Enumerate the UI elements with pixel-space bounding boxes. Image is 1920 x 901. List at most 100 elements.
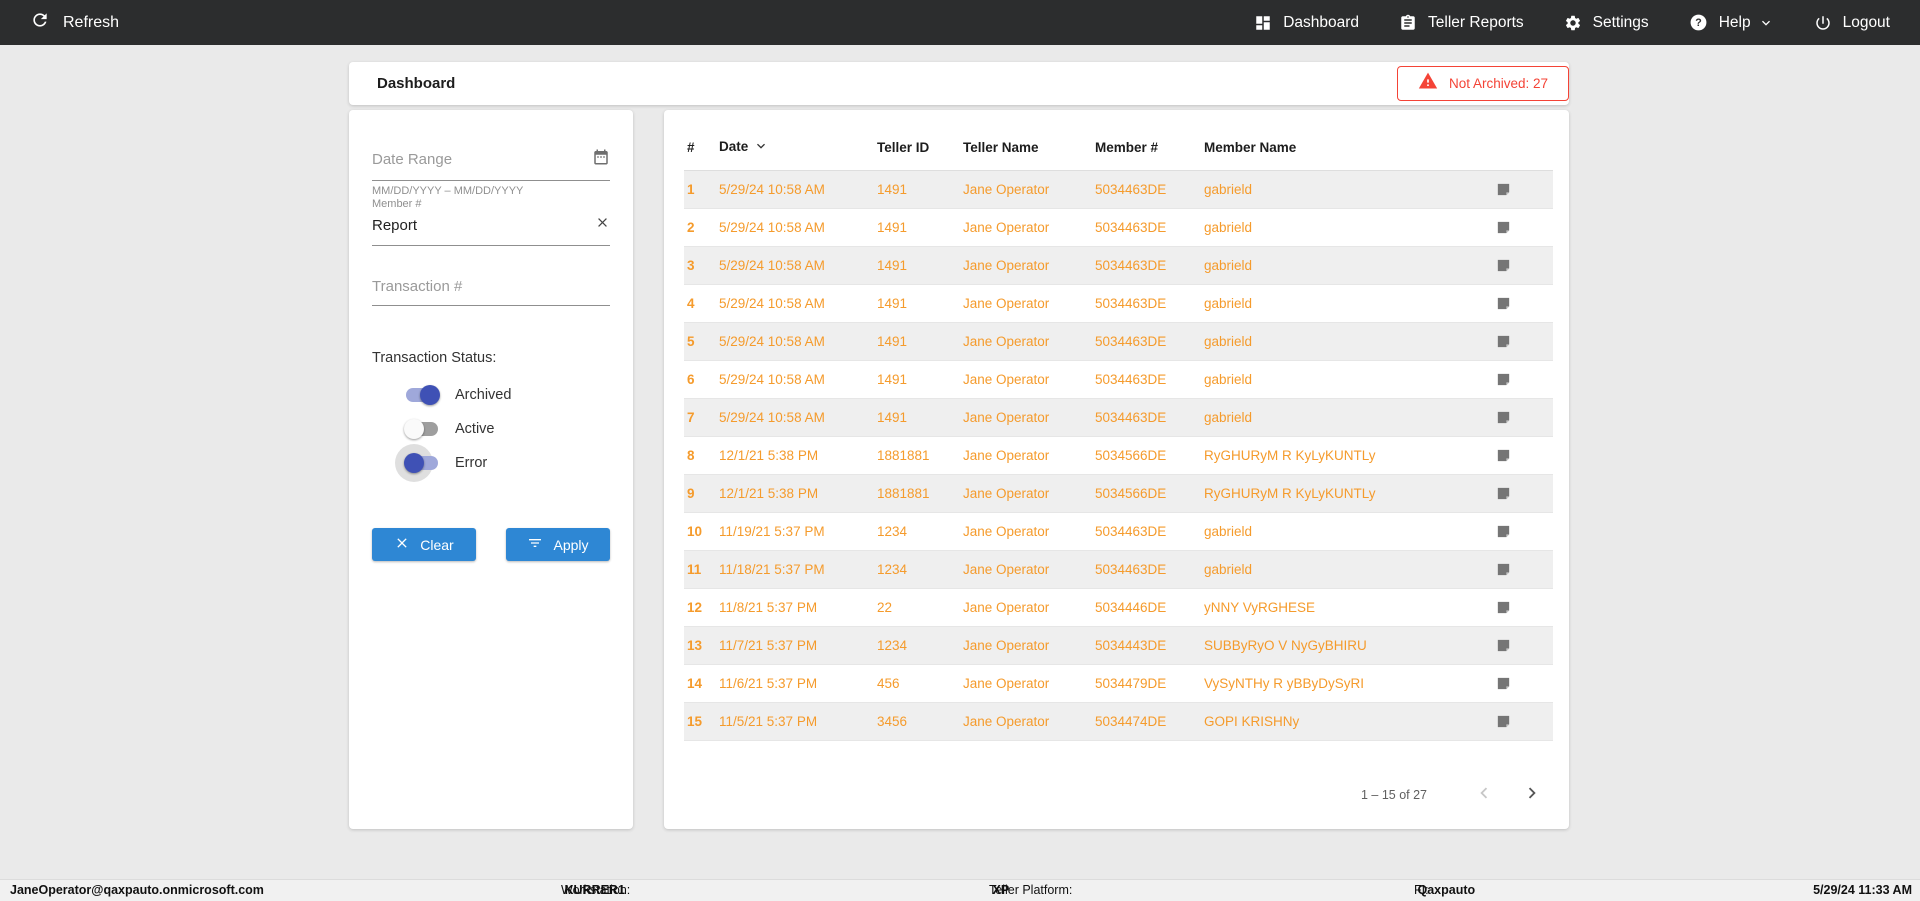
prev-page-button[interactable] xyxy=(1473,782,1495,807)
note-icon[interactable] xyxy=(1495,675,1512,690)
cell-member-num[interactable]: 5034463DE xyxy=(1095,170,1204,209)
cell-teller-name[interactable]: Jane Operator xyxy=(963,170,1095,209)
table-row[interactable]: 4 5/29/24 10:58 AM 1491 Jane Operator 50… xyxy=(684,284,1553,323)
cell-member-name[interactable]: SUBByRyO V NyGyBHIRU xyxy=(1204,626,1493,665)
note-icon[interactable] xyxy=(1495,447,1512,462)
note-icon[interactable] xyxy=(1495,219,1512,234)
cell-teller-name[interactable]: Jane Operator xyxy=(963,588,1095,627)
table-row[interactable]: 15 11/5/21 5:37 PM 3456 Jane Operator 50… xyxy=(684,702,1553,741)
cell-member-num[interactable]: 5034463DE xyxy=(1095,284,1204,323)
note-icon[interactable] xyxy=(1495,257,1512,272)
table-row[interactable]: 8 12/1/21 5:38 PM 1881881 Jane Operator … xyxy=(684,436,1553,475)
cell-teller-id[interactable]: 1491 xyxy=(877,360,963,399)
cell-member-name[interactable]: gabrield xyxy=(1204,550,1493,589)
cell-member-num[interactable]: 5034443DE xyxy=(1095,626,1204,665)
cell-teller-name[interactable]: Jane Operator xyxy=(963,664,1095,703)
note-icon[interactable] xyxy=(1495,599,1512,614)
cell-member-name[interactable]: VySyNTHy R yBByDySyRI xyxy=(1204,664,1493,703)
cell-member-name[interactable]: gabrield xyxy=(1204,284,1493,323)
error-switch[interactable] xyxy=(395,444,440,482)
note-icon[interactable] xyxy=(1495,637,1512,652)
cell-date[interactable]: 5/29/24 10:58 AM xyxy=(719,246,877,285)
cell-teller-id[interactable]: 3456 xyxy=(877,702,963,741)
toggle-archived[interactable]: Archived xyxy=(404,378,610,412)
col-header-teller-id[interactable]: Teller ID xyxy=(877,128,963,171)
date-range-input[interactable]: Date Range xyxy=(372,148,610,181)
cell-member-num[interactable]: 5034463DE xyxy=(1095,360,1204,399)
cell-teller-name[interactable]: Jane Operator xyxy=(963,322,1095,361)
cell-teller-name[interactable]: Jane Operator xyxy=(963,550,1095,589)
cell-member-name[interactable]: RyGHURyM R KyLyKUNTLy xyxy=(1204,474,1493,513)
cell-teller-id[interactable]: 1491 xyxy=(877,284,963,323)
cell-member-num[interactable]: 5034463DE xyxy=(1095,322,1204,361)
cell-date[interactable]: 11/18/21 5:37 PM xyxy=(719,550,877,589)
table-row[interactable]: 7 5/29/24 10:58 AM 1491 Jane Operator 50… xyxy=(684,398,1553,437)
cell-member-num[interactable]: 5034463DE xyxy=(1095,246,1204,285)
cell-teller-id[interactable]: 1881881 xyxy=(877,474,963,513)
note-icon[interactable] xyxy=(1495,485,1512,500)
cell-member-num[interactable]: 5034479DE xyxy=(1095,664,1204,703)
cell-member-name[interactable]: gabrield xyxy=(1204,512,1493,551)
cell-teller-name[interactable]: Jane Operator xyxy=(963,208,1095,247)
cell-member-num[interactable]: 5034566DE xyxy=(1095,436,1204,475)
cell-member-name[interactable]: RyGHURyM R KyLyKUNTLy xyxy=(1204,436,1493,475)
active-switch[interactable] xyxy=(404,419,440,439)
nav-logout[interactable]: Logout xyxy=(1814,14,1890,32)
note-icon[interactable] xyxy=(1495,713,1512,728)
cell-teller-name[interactable]: Jane Operator xyxy=(963,360,1095,399)
table-row[interactable]: 3 5/29/24 10:58 AM 1491 Jane Operator 50… xyxy=(684,246,1553,285)
col-header-date[interactable]: Date xyxy=(719,128,877,171)
table-row[interactable]: 13 11/7/21 5:37 PM 1234 Jane Operator 50… xyxy=(684,626,1553,665)
cell-teller-name[interactable]: Jane Operator xyxy=(963,626,1095,665)
note-icon[interactable] xyxy=(1495,523,1512,538)
cell-date[interactable]: 11/7/21 5:37 PM xyxy=(719,626,877,665)
clear-field-icon[interactable] xyxy=(595,215,610,235)
col-header-member-name[interactable]: Member Name xyxy=(1204,128,1493,171)
cell-teller-id[interactable]: 456 xyxy=(877,664,963,703)
note-icon[interactable] xyxy=(1495,561,1512,576)
toggle-error[interactable]: Error xyxy=(395,444,610,482)
nav-teller-reports[interactable]: Teller Reports xyxy=(1399,14,1524,32)
nav-dashboard[interactable]: Dashboard xyxy=(1254,14,1359,32)
table-row[interactable]: 5 5/29/24 10:58 AM 1491 Jane Operator 50… xyxy=(684,322,1553,361)
nav-settings[interactable]: Settings xyxy=(1564,14,1649,32)
cell-date[interactable]: 5/29/24 10:58 AM xyxy=(719,284,877,323)
cell-date[interactable]: 12/1/21 5:38 PM xyxy=(719,436,877,475)
cell-member-name[interactable]: gabrield xyxy=(1204,208,1493,247)
table-row[interactable]: 1 5/29/24 10:58 AM 1491 Jane Operator 50… xyxy=(684,170,1553,209)
cell-member-num[interactable]: 5034463DE xyxy=(1095,550,1204,589)
cell-teller-id[interactable]: 1881881 xyxy=(877,436,963,475)
clear-button[interactable]: Clear xyxy=(372,528,476,561)
cell-date[interactable]: 5/29/24 10:58 AM xyxy=(719,322,877,361)
cell-teller-name[interactable]: Jane Operator xyxy=(963,398,1095,437)
cell-date[interactable]: 5/29/24 10:58 AM xyxy=(719,360,877,399)
toggle-active[interactable]: Active xyxy=(404,412,610,446)
cell-member-name[interactable]: GOPI KRISHNy xyxy=(1204,702,1493,741)
cell-date[interactable]: 11/19/21 5:37 PM xyxy=(719,512,877,551)
cell-teller-name[interactable]: Jane Operator xyxy=(963,512,1095,551)
nav-help[interactable]: ? Help xyxy=(1689,13,1774,32)
cell-member-name[interactable]: gabrield xyxy=(1204,170,1493,209)
note-icon[interactable] xyxy=(1495,409,1512,424)
col-header-teller-name[interactable]: Teller Name xyxy=(963,128,1095,171)
cell-date[interactable]: 12/1/21 5:38 PM xyxy=(719,474,877,513)
cell-member-num[interactable]: 5034474DE xyxy=(1095,702,1204,741)
cell-teller-id[interactable]: 1491 xyxy=(877,170,963,209)
table-row[interactable]: 9 12/1/21 5:38 PM 1881881 Jane Operator … xyxy=(684,474,1553,513)
cell-date[interactable]: 11/5/21 5:37 PM xyxy=(719,702,877,741)
cell-teller-name[interactable]: Jane Operator xyxy=(963,702,1095,741)
apply-button[interactable]: Apply xyxy=(506,528,610,561)
transaction-input[interactable]: Transaction # xyxy=(372,278,610,306)
cell-teller-name[interactable]: Jane Operator xyxy=(963,436,1095,475)
cell-date[interactable]: 5/29/24 10:58 AM xyxy=(719,208,877,247)
refresh-button[interactable]: Refresh xyxy=(30,10,119,35)
not-archived-badge[interactable]: Not Archived: 27 xyxy=(1397,66,1569,101)
note-icon[interactable] xyxy=(1495,371,1512,386)
cell-member-name[interactable]: gabrield xyxy=(1204,246,1493,285)
calendar-icon[interactable] xyxy=(592,148,610,171)
note-icon[interactable] xyxy=(1495,333,1512,348)
table-row[interactable]: 12 11/8/21 5:37 PM 22 Jane Operator 5034… xyxy=(684,588,1553,627)
cell-member-num[interactable]: 5034463DE xyxy=(1095,512,1204,551)
archived-switch[interactable] xyxy=(404,385,440,405)
cell-member-num[interactable]: 5034446DE xyxy=(1095,588,1204,627)
